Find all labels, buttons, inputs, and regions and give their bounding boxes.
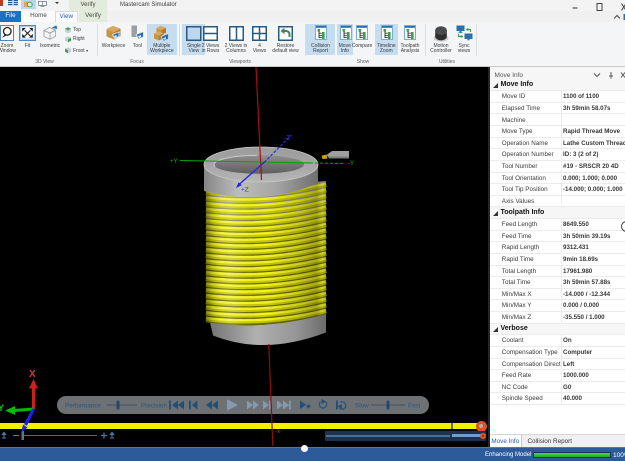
svg-text:Y: Y [0,403,4,413]
svg-text:-Z: -Z [284,135,290,142]
svg-text:+Z: +Z [241,187,249,194]
svg-text:-Y: -Y [348,161,354,167]
svg-text:X: X [29,369,36,380]
svg-text:+Y: +Y [170,159,178,165]
svg-text:-x: -x [275,429,280,435]
